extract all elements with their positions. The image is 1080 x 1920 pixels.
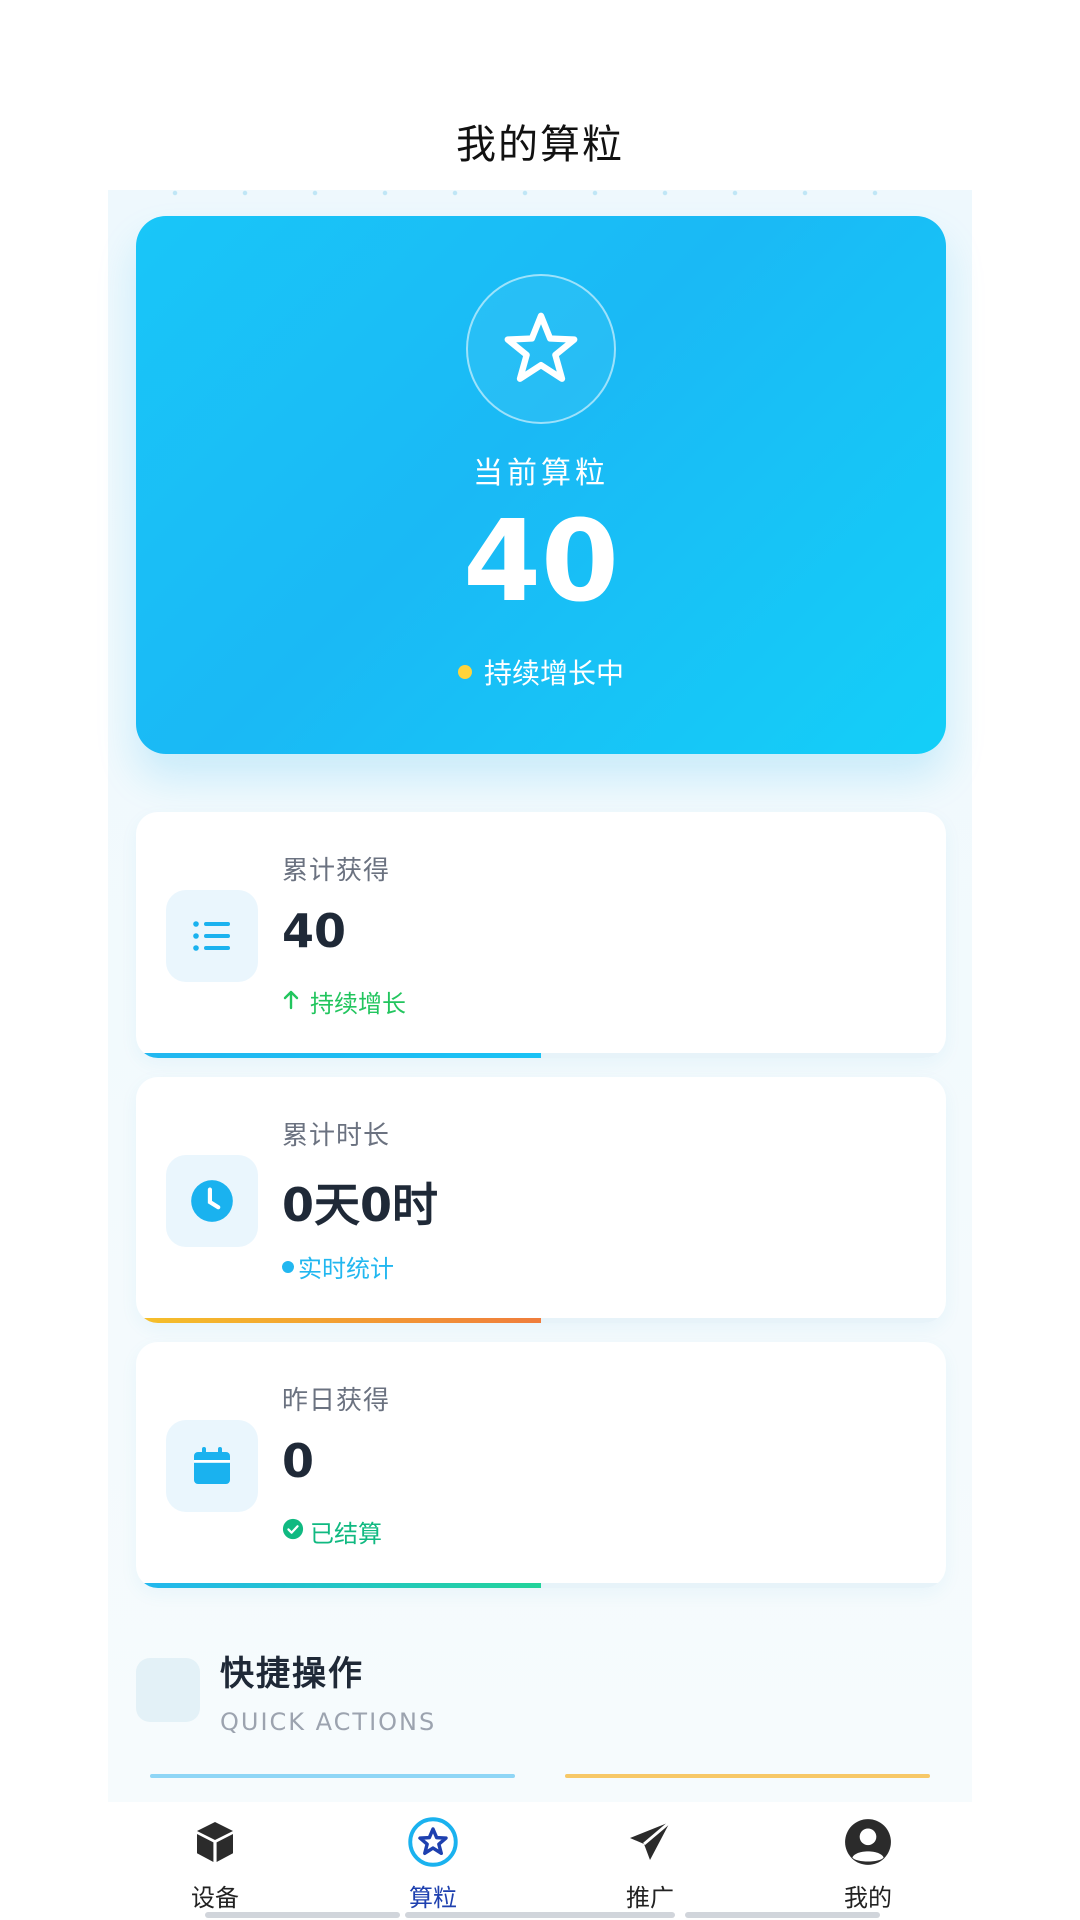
stat-value: 0 xyxy=(282,1434,315,1488)
stat-progress-track xyxy=(136,1053,946,1058)
header: 我的算粒 xyxy=(0,0,1080,190)
nav-indicator xyxy=(405,1912,675,1918)
balance-status: 持续增长中 xyxy=(136,652,946,692)
list-icon xyxy=(166,890,258,982)
dot-icon xyxy=(282,1260,294,1273)
nav-indicator xyxy=(205,1912,400,1918)
stat-label: 昨日获得 xyxy=(282,1386,391,1416)
stat-sub-text: 持续增长 xyxy=(310,990,406,1018)
stat-sub: 实时统计 xyxy=(282,1249,394,1284)
stat-label: 累计获得 xyxy=(282,856,391,886)
arrow-up-icon xyxy=(282,988,300,1016)
stat-sub-text: 已结算 xyxy=(310,1520,382,1548)
check-circle-icon xyxy=(282,1518,304,1546)
status-dot-icon xyxy=(457,665,472,679)
balance-label: 当前算粒 xyxy=(473,456,609,491)
cube-icon xyxy=(189,1816,241,1868)
stat-card-yesterday-earned[interactable]: 昨日获得 0 已结算 xyxy=(136,1342,946,1588)
nav-item-profile[interactable]: 我的 xyxy=(768,1802,968,1920)
stat-sub-text: 实时统计 xyxy=(298,1255,394,1283)
nav-label: 算粒 xyxy=(409,1884,457,1912)
quick-action-card[interactable] xyxy=(565,1774,930,1778)
star-circle-icon xyxy=(407,1816,459,1868)
nav-indicator xyxy=(685,1912,880,1918)
nav-item-promotion[interactable]: 推广 xyxy=(550,1802,750,1920)
nav-label: 设备 xyxy=(191,1884,239,1912)
stat-value: 0天0时 xyxy=(282,1178,439,1232)
quick-actions-subtitle: QUICK ACTIONS xyxy=(220,1708,437,1736)
stat-progress-track xyxy=(136,1583,946,1588)
quick-action-card[interactable] xyxy=(150,1774,515,1778)
stat-card-total-earned[interactable]: 累计获得 40 持续增长 xyxy=(136,812,946,1058)
nav-item-devices[interactable]: 设备 xyxy=(115,1802,315,1920)
star-icon xyxy=(466,274,616,424)
decorative-dots xyxy=(140,190,940,196)
stat-sub: 已结算 xyxy=(282,1514,382,1549)
nav-item-points[interactable]: 算粒 xyxy=(333,1802,533,1920)
stat-progress-fill xyxy=(136,1583,541,1588)
bottom-nav: 设备 算粒 推广 我的 xyxy=(0,1802,1080,1920)
stat-progress-track xyxy=(136,1318,946,1323)
user-icon xyxy=(842,1816,894,1868)
stat-value: 40 xyxy=(282,904,347,958)
balance-value: 40 xyxy=(463,497,619,627)
calendar-icon xyxy=(166,1420,258,1512)
nav-label: 我的 xyxy=(844,1884,892,1912)
stat-progress-fill xyxy=(136,1318,541,1323)
balance-status-text: 持续增长中 xyxy=(483,657,624,690)
quick-actions-title: 快捷操作 xyxy=(220,1654,364,1694)
nav-label: 推广 xyxy=(626,1884,674,1912)
stat-progress-fill xyxy=(136,1053,541,1058)
stat-sub: 持续增长 xyxy=(282,984,406,1019)
clock-icon xyxy=(166,1155,258,1247)
paper-plane-icon xyxy=(624,1816,676,1868)
balance-card: 当前算粒 40 持续增长中 xyxy=(136,216,946,754)
stat-card-total-duration[interactable]: 累计时长 0天0时 实时统计 xyxy=(136,1077,946,1323)
page-title: 我的算粒 xyxy=(456,122,624,168)
quick-actions-icon xyxy=(136,1658,200,1722)
stat-label: 累计时长 xyxy=(282,1121,391,1151)
